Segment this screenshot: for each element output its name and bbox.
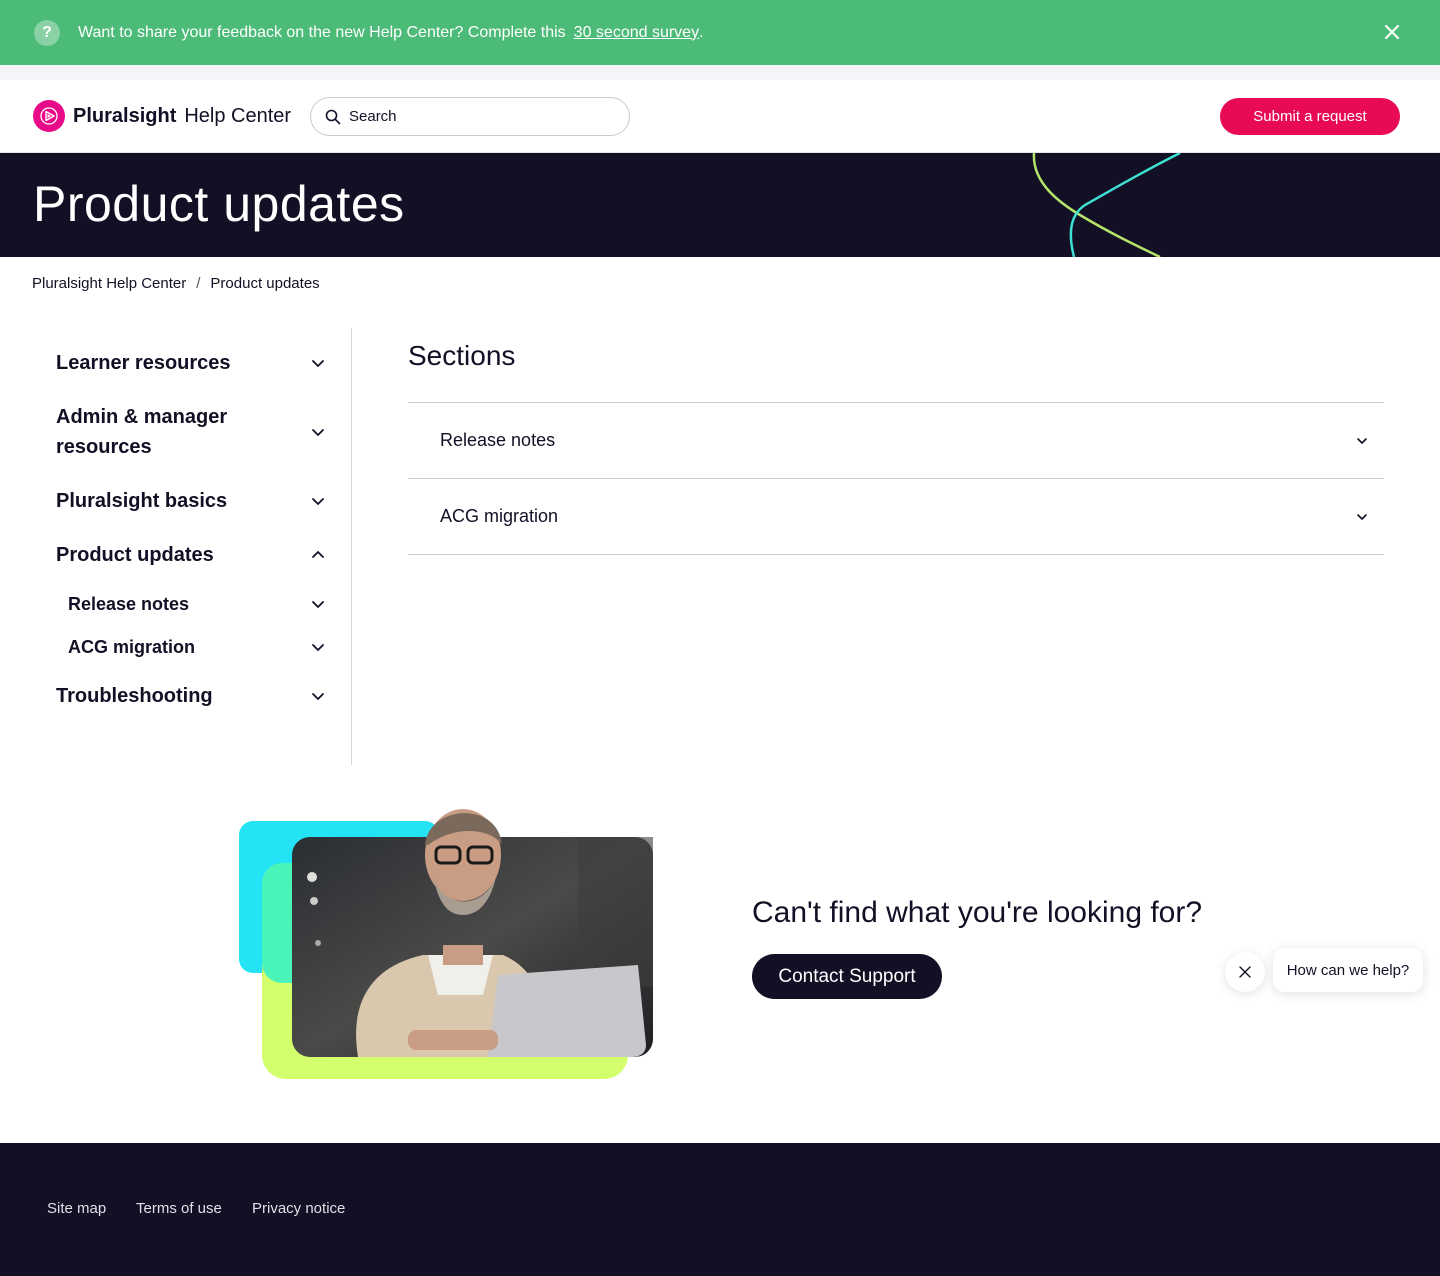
cta-heading: Can't find what you're looking for? (752, 896, 1203, 929)
sidebar-item-label: ACG migration (68, 637, 196, 657)
breadcrumb-current[interactable]: Product updates (210, 275, 319, 292)
brand-name: Pluralsight (73, 104, 177, 127)
banner-message: Want to share your feedback on the new H… (78, 23, 566, 41)
chevron-down-icon (312, 498, 324, 505)
sidebar-item-learner-resources[interactable]: Learner resources (56, 348, 326, 378)
section-release-notes[interactable]: Release notes (408, 402, 1384, 478)
sidebar-item-label: Learner resources (56, 352, 231, 374)
search-input[interactable] (349, 108, 599, 125)
footer-link-site-map[interactable]: Site map (47, 1200, 106, 1217)
sidebar-item-label: Product updates (56, 544, 214, 566)
section-acg-migration[interactable]: ACG migration (408, 478, 1384, 554)
search-box[interactable] (310, 97, 630, 136)
chat-bubble[interactable]: How can we help? (1273, 948, 1423, 992)
chevron-down-icon (1357, 437, 1367, 444)
breadcrumb: Pluralsight Help Center / Product update… (32, 275, 320, 292)
chevron-down-icon (312, 644, 324, 651)
decorative-lines (1032, 153, 1181, 257)
sections-heading: Sections (408, 340, 516, 371)
sidebar-item-label: Admin & manager resources (56, 406, 228, 458)
submit-request-button[interactable]: Submit a request (1220, 98, 1400, 135)
chevron-down-icon (312, 693, 324, 700)
sidebar-item-release-notes[interactable]: Release notes (68, 589, 326, 619)
section-label: ACG migration (440, 506, 559, 526)
breadcrumb-home[interactable]: Pluralsight Help Center (32, 275, 186, 292)
question-circle-icon: ? (34, 19, 60, 46)
sidebar-item-label: Pluralsight basics (56, 490, 228, 512)
site-footer: Site map Terms of use Privacy notice (0, 1143, 1440, 1276)
brand-suffix: Help Center (184, 104, 292, 127)
section-label: Release notes (440, 430, 556, 450)
sidebar-item-product-updates[interactable]: Product updates (56, 540, 326, 570)
footer-link-terms-of-use[interactable]: Terms of use (136, 1200, 222, 1217)
footer-link-privacy-notice[interactable]: Privacy notice (252, 1200, 345, 1217)
survey-link[interactable]: 30 second survey (574, 24, 699, 42)
sidebar-item-admin-manager-resources[interactable]: Admin & manager resources (56, 402, 326, 462)
breadcrumb-separator: / (196, 275, 201, 292)
banner-link-suffix: . (699, 23, 704, 41)
feedback-banner: ? Want to share your feedback on the new… (0, 0, 1440, 65)
chevron-down-icon (312, 601, 324, 608)
sections-divider (408, 554, 1384, 555)
search-icon (325, 109, 341, 124)
contact-support-button[interactable]: Contact Support (752, 954, 942, 999)
pluralsight-play-icon (33, 100, 65, 132)
logo-link[interactable]: Pluralsight Help Center (33, 100, 291, 132)
sidebar-item-label: Troubleshooting (56, 685, 213, 707)
site-header: Pluralsight Help Center Submit a request (0, 80, 1440, 153)
chevron-down-icon (1357, 513, 1367, 520)
person-working-on-laptop-photo (239, 809, 653, 1079)
chevron-up-icon (312, 551, 324, 558)
sidebar-item-label: Release notes (68, 594, 190, 614)
hero-banner: Product updates (0, 153, 1440, 257)
chat-close-button[interactable] (1225, 952, 1265, 992)
close-icon (1239, 966, 1251, 978)
banner-spacer (0, 65, 1440, 80)
close-icon (1384, 24, 1400, 40)
chevron-down-icon (312, 429, 324, 436)
chevron-down-icon (312, 360, 324, 367)
sidebar-item-troubleshooting[interactable]: Troubleshooting (56, 681, 326, 711)
sidebar-item-acg-migration[interactable]: ACG migration (68, 632, 326, 662)
sidebar-nav: Learner resources Admin & manager resour… (32, 328, 352, 765)
sidebar-item-pluralsight-basics[interactable]: Pluralsight basics (56, 486, 326, 516)
page-title: Product updates (33, 176, 405, 232)
banner-close-button[interactable] (1378, 18, 1406, 46)
